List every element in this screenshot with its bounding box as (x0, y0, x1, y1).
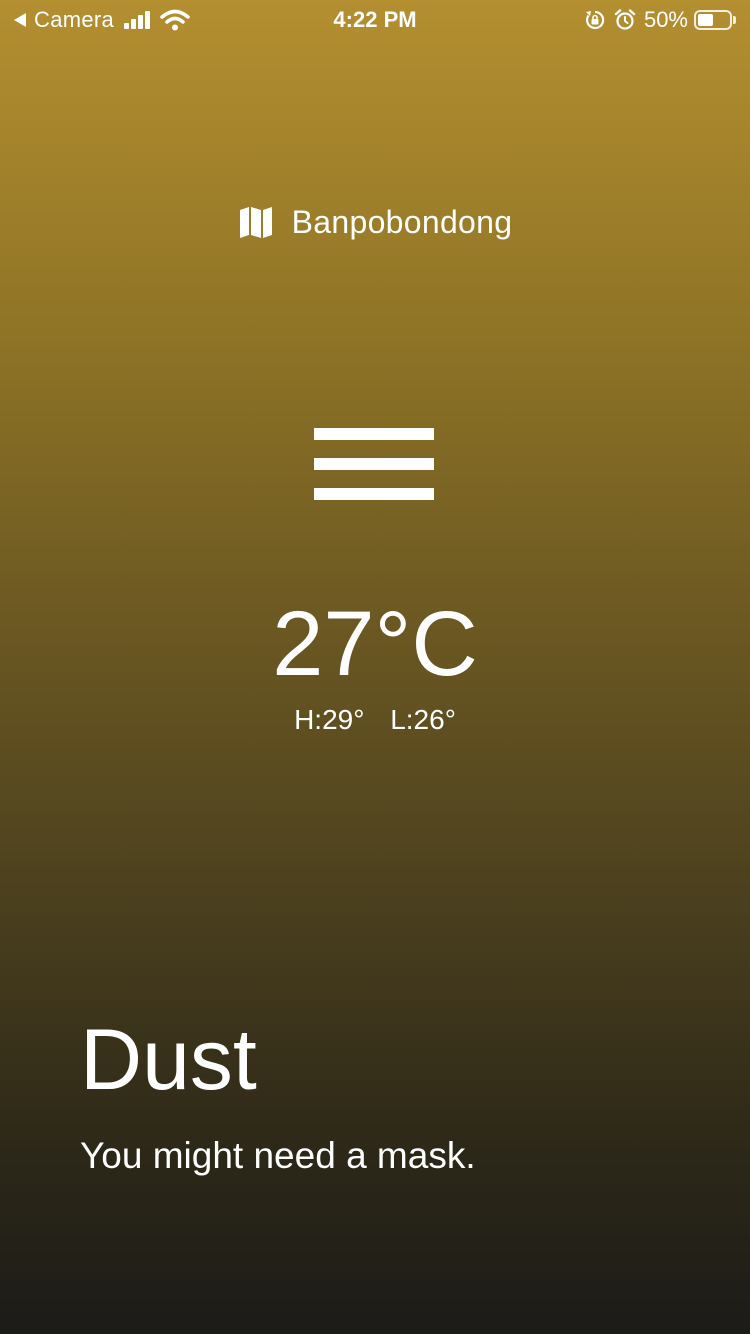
battery-icon (694, 10, 732, 30)
location-header[interactable]: Banpobondong (0, 200, 750, 244)
location-name: Banpobondong (291, 203, 513, 240)
wifi-icon (160, 9, 190, 31)
back-to-app[interactable]: Camera (14, 7, 190, 33)
battery-cap (733, 16, 736, 24)
signal-icon (124, 11, 152, 29)
high-low: H:29° L:26° (0, 700, 750, 740)
back-app-label: Camera (34, 7, 115, 32)
low-temperature: L:26° (390, 704, 456, 735)
condition-title: Dust (80, 1012, 257, 1108)
weather-screen: Camera 4:22 PM 50% Banpobondong 27°C H:2… (0, 0, 750, 1334)
battery-fill (698, 14, 713, 26)
battery-percent: 50% (643, 7, 688, 32)
alarm-icon (614, 9, 636, 30)
back-triangle-icon (14, 13, 26, 27)
high-temperature: H:29° (294, 704, 365, 735)
status-bar: Camera 4:22 PM 50% (0, 0, 750, 40)
map-icon (239, 207, 272, 238)
fog-bars-icon (314, 428, 434, 500)
current-temperature: 27°C (272, 593, 478, 695)
condition-message: You might need a mask. (80, 1135, 476, 1176)
status-right: 50% (584, 7, 736, 33)
rotation-lock-icon (585, 10, 605, 30)
